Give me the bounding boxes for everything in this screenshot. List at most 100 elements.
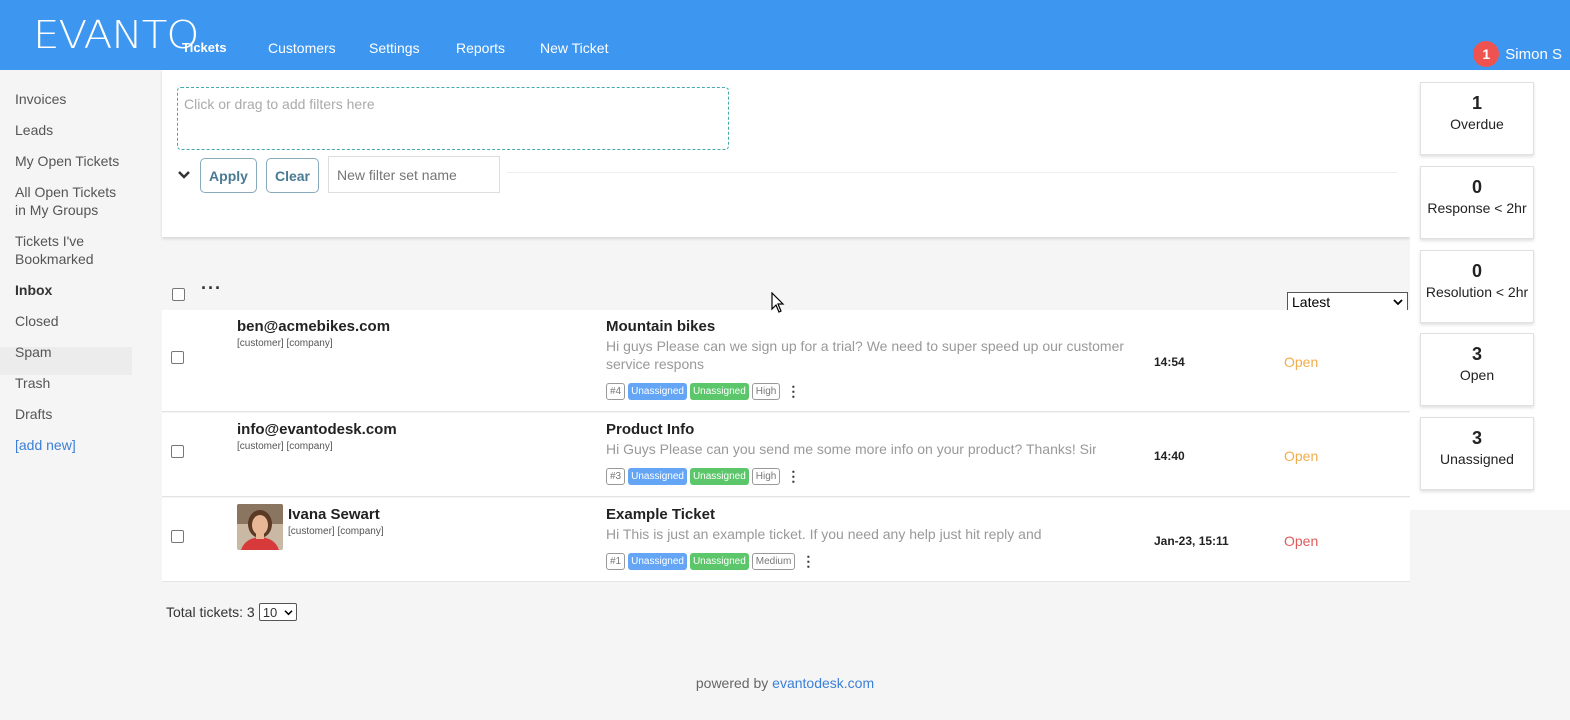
sidebar: Invoices Leads My Open Tickets All Open …: [0, 70, 160, 720]
nav-customers[interactable]: Customers: [268, 40, 336, 56]
kebab-menu-icon[interactable]: ⋮: [786, 383, 800, 400]
sidebar-item-bookmarked[interactable]: Tickets I've Bookmarked: [15, 232, 105, 268]
table-row[interactable]: Ivana Sewart [customer] [company] Exampl…: [162, 498, 1410, 582]
page-size-select[interactable]: 10: [258, 603, 297, 621]
ticket-from-meta: [customer] [company]: [288, 526, 384, 537]
ticket-from[interactable]: info@evantodesk.com: [237, 421, 397, 438]
ticket-status: Open: [1284, 448, 1319, 464]
nav-new-ticket[interactable]: New Ticket: [540, 40, 608, 56]
stats-panel: 1 Overdue 0 Response < 2hr 0 Resolution …: [1410, 70, 1570, 510]
ticket-from-meta: [customer] [company]: [237, 441, 333, 452]
ticket-subject[interactable]: Example Ticket: [606, 506, 715, 523]
table-row[interactable]: ben@acmebikes.com [customer] [company] M…: [162, 310, 1410, 412]
kebab-menu-icon[interactable]: ⋮: [786, 468, 800, 485]
filter-set-name-input[interactable]: [328, 156, 500, 193]
ticket-time: Jan-23, 15:11: [1154, 534, 1229, 548]
page-size-value: 10: [262, 604, 278, 620]
ticket-time: 14:54: [1154, 355, 1185, 369]
sidebar-item-spam[interactable]: Spam: [15, 343, 52, 361]
divider: [507, 172, 1397, 173]
assignee-group-tag[interactable]: Unassigned: [689, 468, 749, 485]
user-name[interactable]: Simon S: [1505, 46, 1562, 63]
stat-label: Open: [1459, 367, 1495, 383]
table-row[interactable]: info@evantodesk.com [customer] [company]…: [162, 413, 1410, 497]
clear-button[interactable]: Clear: [266, 158, 319, 193]
ticket-subject[interactable]: Mountain bikes: [606, 318, 715, 335]
stat-value: 3: [1471, 344, 1482, 364]
sidebar-item-my-open-tickets[interactable]: My Open Tickets: [15, 152, 119, 170]
ticket-time: 14:40: [1154, 449, 1185, 463]
footer: powered by evantodesk.com: [0, 675, 1570, 691]
chevron-down-icon: [1393, 298, 1403, 305]
ticket-id-tag[interactable]: #1: [606, 553, 626, 570]
notification-badge[interactable]: 1: [1473, 41, 1500, 67]
ticket-preview-cont: service respons: [606, 356, 705, 372]
row-checkbox[interactable]: [171, 445, 184, 458]
sidebar-add-new-link[interactable]: [add new]: [15, 436, 76, 454]
stat-response[interactable]: 0 Response < 2hr: [1420, 166, 1534, 239]
nav-settings[interactable]: Settings: [369, 40, 420, 56]
ticket-status: Open: [1284, 354, 1319, 370]
stat-unassigned[interactable]: 3 Unassigned: [1420, 417, 1534, 490]
total-label: Total tickets: 3: [166, 604, 255, 620]
sidebar-item-inbox[interactable]: Inbox: [15, 281, 52, 299]
assignee-group-tag[interactable]: Unassigned: [689, 383, 749, 400]
avatar: [237, 504, 283, 550]
ticket-from[interactable]: Ivana Sewart: [288, 506, 380, 523]
stat-label: Unassigned: [1440, 451, 1514, 467]
assignee-user-tag[interactable]: Unassigned: [628, 383, 687, 400]
sort-select[interactable]: Latest: [1287, 292, 1408, 311]
select-all-checkbox[interactable]: [172, 288, 185, 301]
row-checkbox[interactable]: [171, 530, 184, 543]
stat-label: Resolution < 2hr: [1425, 284, 1529, 300]
nav-tickets[interactable]: Tickets: [182, 40, 227, 55]
assignee-user-tag[interactable]: Unassigned: [628, 553, 687, 570]
more-actions-icon[interactable]: ···: [201, 278, 222, 299]
assignee-user-tag[interactable]: Unassigned: [628, 468, 687, 485]
nav-reports[interactable]: Reports: [456, 40, 505, 56]
stat-open[interactable]: 3 Open: [1420, 333, 1534, 406]
sidebar-item-drafts[interactable]: Drafts: [15, 405, 52, 423]
stat-value: 3: [1471, 428, 1482, 448]
sort-select-value: Latest: [1292, 293, 1331, 310]
ticket-tags: #3 Unassigned Unassigned High ⋮: [606, 468, 800, 485]
ticket-preview: Hi guys Please can we sign up for a tria…: [606, 338, 1125, 354]
stat-value: 0: [1471, 261, 1482, 281]
stat-value: 1: [1471, 93, 1482, 113]
ticket-status: Open: [1284, 533, 1319, 549]
stat-label: Overdue: [1450, 116, 1504, 132]
ticket-from[interactable]: ben@acmebikes.com: [237, 318, 390, 335]
ticket-tags: #1 Unassigned Unassigned Medium ⋮: [606, 553, 815, 570]
filter-panel: Click or drag to add filters here Apply …: [162, 70, 1410, 237]
user-menu[interactable]: 1 Simon S: [1473, 41, 1562, 67]
apply-button[interactable]: Apply: [200, 158, 257, 193]
row-checkbox[interactable]: [171, 351, 184, 364]
priority-tag[interactable]: High: [751, 468, 781, 485]
stat-value: 0: [1471, 177, 1482, 197]
mouse-cursor-icon: [771, 292, 785, 313]
stat-resolution[interactable]: 0 Resolution < 2hr: [1420, 250, 1534, 323]
sidebar-item-closed[interactable]: Closed: [15, 312, 59, 330]
sidebar-item-invoices[interactable]: Invoices: [15, 90, 66, 108]
top-bar: EVANTO Tickets Customers Settings Report…: [0, 0, 1570, 70]
priority-tag[interactable]: High: [751, 383, 781, 400]
sidebar-item-trash[interactable]: Trash: [15, 374, 50, 392]
ticket-preview: Hi Guys Please can you send me some more…: [606, 441, 1096, 457]
assignee-group-tag[interactable]: Unassigned: [689, 553, 749, 570]
chevron-down-icon: [284, 609, 293, 615]
ticket-subject[interactable]: Product Info: [606, 421, 694, 438]
footer-prefix: powered by: [695, 675, 769, 691]
sidebar-item-leads[interactable]: Leads: [15, 121, 53, 139]
sidebar-item-all-open-tickets[interactable]: All Open Tickets in My Groups: [15, 183, 125, 219]
priority-tag[interactable]: Medium: [751, 553, 796, 570]
evanto-logo[interactable]: EVANTO: [33, 12, 199, 57]
total-tickets: Total tickets: 3 10: [166, 603, 297, 621]
stat-overdue[interactable]: 1 Overdue: [1420, 82, 1534, 155]
ticket-id-tag[interactable]: #4: [606, 383, 626, 400]
kebab-menu-icon[interactable]: ⋮: [801, 553, 815, 570]
footer-link[interactable]: evantodesk.com: [772, 675, 874, 691]
ticket-preview: Hi This is just an example ticket. If yo…: [606, 526, 1042, 542]
chevron-down-icon[interactable]: [177, 167, 191, 183]
ticket-id-tag[interactable]: #3: [606, 468, 626, 485]
filter-drop-zone[interactable]: Click or drag to add filters here: [177, 87, 729, 150]
